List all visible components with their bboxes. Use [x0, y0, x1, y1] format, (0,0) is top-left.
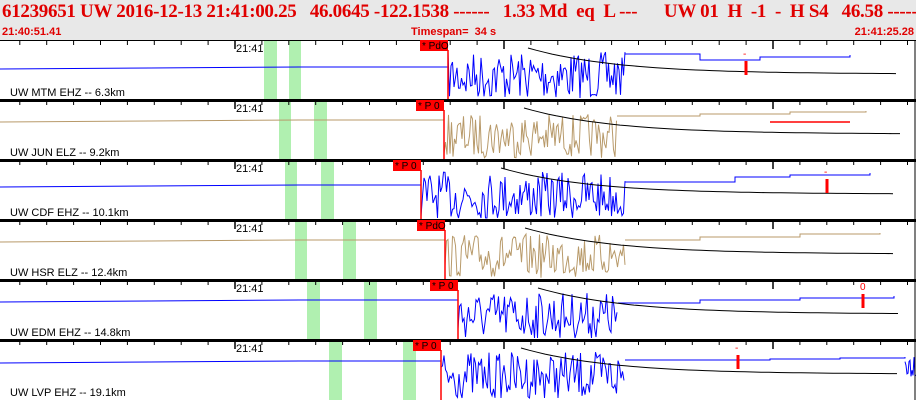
minute-label: 21:41 — [236, 343, 264, 355]
amplitude-marker — [744, 61, 748, 75]
waveform-signal — [420, 171, 626, 219]
marker-label: - — [743, 49, 746, 60]
seismogram-panel[interactable]: 21:41 * P 0 0 UW EDM EHZ -- 14.8km — [0, 279, 916, 340]
pick-label: * P 0 — [432, 281, 454, 292]
waveform-pre — [0, 184, 421, 188]
seismogram-panel[interactable]: 21:41 * P 0 - UW CDF EHZ -- 10.1km — [0, 159, 916, 220]
waveform-pre — [0, 299, 458, 303]
timespan: Timespan= 34 s — [411, 26, 497, 38]
waveform-coda — [617, 111, 867, 117]
phase-window — [321, 161, 334, 220]
waveform-coda — [625, 53, 851, 61]
phase-window — [329, 341, 342, 400]
waveform-coda — [625, 233, 881, 241]
marker-label: - — [824, 167, 827, 178]
waveform-signal — [444, 232, 626, 278]
waveform-pre — [0, 119, 444, 123]
coda-envelope — [537, 287, 898, 314]
station-label: UW CDF EHZ -- 10.1km — [10, 207, 129, 219]
waveform-signal — [440, 351, 625, 400]
phase-window — [343, 221, 356, 280]
station-label: UW LVP EHZ -- 19.1km — [10, 387, 126, 399]
minute-label: 21:41 — [236, 103, 264, 115]
phase-window — [264, 41, 277, 100]
station-label: UW JUN ELZ -- 9.2km — [10, 147, 119, 159]
pick-label: * PdO — [422, 41, 449, 52]
event-header: 61239651 UW 2016-12-13 21:41:00.25 46.06… — [0, 0, 916, 40]
minute-label: 21:41 — [236, 163, 264, 175]
marker-label: - — [735, 343, 738, 354]
minute-label: 21:41 — [236, 223, 264, 235]
amplitude-marker — [825, 179, 829, 193]
waveform-coda — [618, 296, 895, 304]
pick-label: * PdO — [419, 221, 446, 232]
waveform-signal — [447, 51, 626, 99]
pick-label: * P 0 — [418, 101, 440, 112]
seismogram-panel[interactable]: 21:41 * P 0 UW JUN ELZ -- 9.2km — [0, 99, 916, 160]
pick-label: * P 0 — [395, 161, 417, 172]
station-label: UW HSR ELZ -- 12.4km — [10, 267, 127, 279]
minute-label: 21:41 — [236, 43, 264, 55]
waveform-pre — [0, 360, 441, 364]
pick-label: * P 0 — [415, 341, 437, 352]
phase-window — [295, 221, 307, 280]
phase-window — [285, 161, 297, 220]
waveform-next-event — [904, 357, 916, 378]
amplitude-marker — [861, 294, 865, 308]
minute-label: 21:41 — [236, 283, 264, 295]
seismogram-panel[interactable]: 21:41 * PdO UW HSR ELZ -- 12.4km — [0, 219, 916, 280]
end-time: 21:41:25.28 — [854, 26, 914, 38]
waveform-coda — [625, 173, 871, 183]
waveform-pre — [0, 66, 448, 70]
phase-window — [314, 101, 327, 160]
coda-envelope — [524, 227, 894, 255]
coda-envelope — [527, 47, 897, 75]
waveform-pre — [0, 239, 445, 243]
station-label: UW EDM EHZ -- 14.8km — [10, 327, 130, 339]
waveform-signal — [443, 114, 617, 159]
phase-window — [279, 101, 291, 160]
phase-window — [364, 281, 377, 340]
station-label: UW MTM EHZ -- 6.3km — [10, 87, 125, 99]
marker-label: 0 — [860, 282, 866, 293]
waveform-panels[interactable]: 21:41 * PdO - UW MTM EHZ -- 6.3km 21:41 * P 0… — [0, 40, 916, 400]
phase-window — [307, 281, 320, 340]
event-summary: 61239651 UW 2016-12-13 21:41:00.25 46.06… — [2, 1, 916, 22]
seismogram-panel[interactable]: 21:41 * PdO - UW MTM EHZ -- 6.3km — [0, 40, 916, 100]
phase-window — [289, 41, 301, 100]
seismogram-panel[interactable]: 21:41 * P 0 - UW LVP EHZ -- 19.1km — [0, 339, 916, 400]
amplitude-marker — [736, 355, 740, 369]
waveform-coda — [625, 357, 906, 361]
start-time: 21:40:51.41 — [2, 26, 62, 38]
